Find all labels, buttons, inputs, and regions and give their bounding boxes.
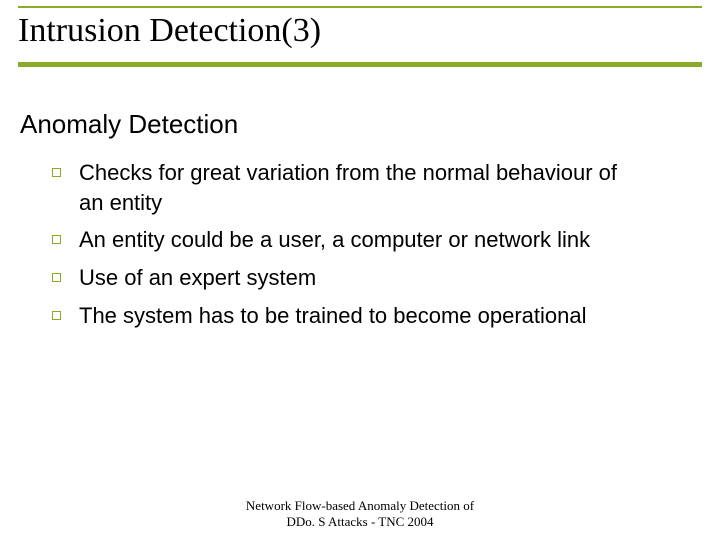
- square-bullet-icon: [52, 311, 61, 320]
- bullet-list: Checks for great variation from the norm…: [18, 158, 702, 330]
- bullet-text: Use of an expert system: [79, 263, 316, 293]
- slide-subtitle: Anomaly Detection: [18, 109, 702, 140]
- slide-title: Intrusion Detection(3): [18, 12, 702, 60]
- footer-line-2: DDo. S Attacks - TNC 2004: [0, 514, 720, 530]
- list-item: The system has to be trained to become o…: [52, 301, 702, 331]
- title-underline: [18, 62, 702, 67]
- list-item: Checks for great variation from the norm…: [52, 158, 702, 217]
- list-item: Use of an expert system: [52, 263, 702, 293]
- list-item: An entity could be a user, a computer or…: [52, 225, 702, 255]
- bullet-text: The system has to be trained to become o…: [79, 301, 587, 331]
- bullet-text: An entity could be a user, a computer or…: [79, 225, 590, 255]
- footer-line-1: Network Flow-based Anomaly Detection of: [0, 498, 720, 514]
- slide-footer: Network Flow-based Anomaly Detection of …: [0, 498, 720, 531]
- square-bullet-icon: [52, 168, 61, 177]
- bullet-text: Checks for great variation from the norm…: [79, 158, 639, 217]
- square-bullet-icon: [52, 235, 61, 244]
- slide: Intrusion Detection(3) Anomaly Detection…: [0, 0, 720, 540]
- title-block: Intrusion Detection(3): [18, 6, 702, 67]
- square-bullet-icon: [52, 273, 61, 282]
